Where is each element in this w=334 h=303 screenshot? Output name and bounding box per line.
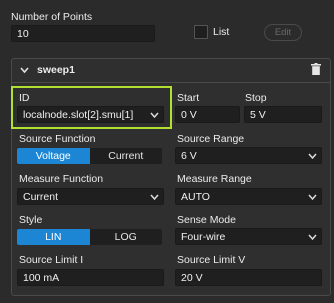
num-points-input[interactable]: 10	[11, 25, 155, 42]
edit-button[interactable]: Edit	[264, 24, 302, 41]
source-function-toggle[interactable]: Voltage Current	[17, 148, 162, 164]
source-range-label: Source Range	[177, 133, 245, 145]
stop-label: Stop	[245, 92, 267, 104]
measure-function-select[interactable]: Current	[17, 188, 164, 205]
stop-input[interactable]: 5 V	[244, 106, 322, 123]
chevron-down-icon	[308, 194, 317, 201]
style-lin[interactable]: LIN	[17, 229, 90, 245]
start-label: Start	[177, 92, 200, 104]
source-function-label: Source Function	[19, 133, 96, 145]
source-range-select[interactable]: 6 V	[175, 147, 322, 164]
chevron-down-icon[interactable]	[20, 67, 29, 74]
style-toggle[interactable]: LIN LOG	[17, 229, 162, 245]
source-function-voltage[interactable]: Voltage	[17, 148, 90, 164]
chevron-down-icon	[308, 153, 317, 160]
sweep-panel-header: sweep1	[11, 58, 331, 83]
measure-function-value: Current	[23, 191, 59, 203]
list-checkbox[interactable]	[194, 25, 208, 39]
style-log[interactable]: LOG	[90, 229, 163, 245]
measure-range-value: AUTO	[181, 191, 210, 203]
measure-range-select[interactable]: AUTO	[175, 188, 322, 205]
chevron-down-icon	[308, 234, 317, 241]
chevron-down-icon	[150, 194, 159, 201]
style-label: Style	[19, 214, 43, 226]
measure-function-label: Measure Function	[19, 173, 104, 185]
trash-icon[interactable]	[311, 63, 321, 75]
source-limit-v-label: Source Limit V	[177, 254, 246, 266]
id-highlight-box	[11, 86, 172, 129]
source-limit-i-label: Source Limit I	[19, 254, 84, 266]
list-label: List	[213, 26, 230, 38]
sense-mode-label: Sense Mode	[177, 214, 236, 226]
source-function-current[interactable]: Current	[90, 148, 163, 164]
num-points-label: Number of Points	[11, 11, 93, 23]
source-limit-v-input[interactable]: 20 V	[175, 269, 322, 286]
start-input[interactable]: 0 V	[175, 106, 240, 123]
sweep-title: sweep1	[37, 64, 75, 76]
source-range-value: 6 V	[181, 150, 197, 162]
sense-mode-select[interactable]: Four-wire	[175, 228, 322, 245]
measure-range-label: Measure Range	[177, 173, 252, 185]
source-limit-i-input[interactable]: 100 mA	[17, 269, 164, 286]
sense-mode-value: Four-wire	[181, 231, 226, 243]
